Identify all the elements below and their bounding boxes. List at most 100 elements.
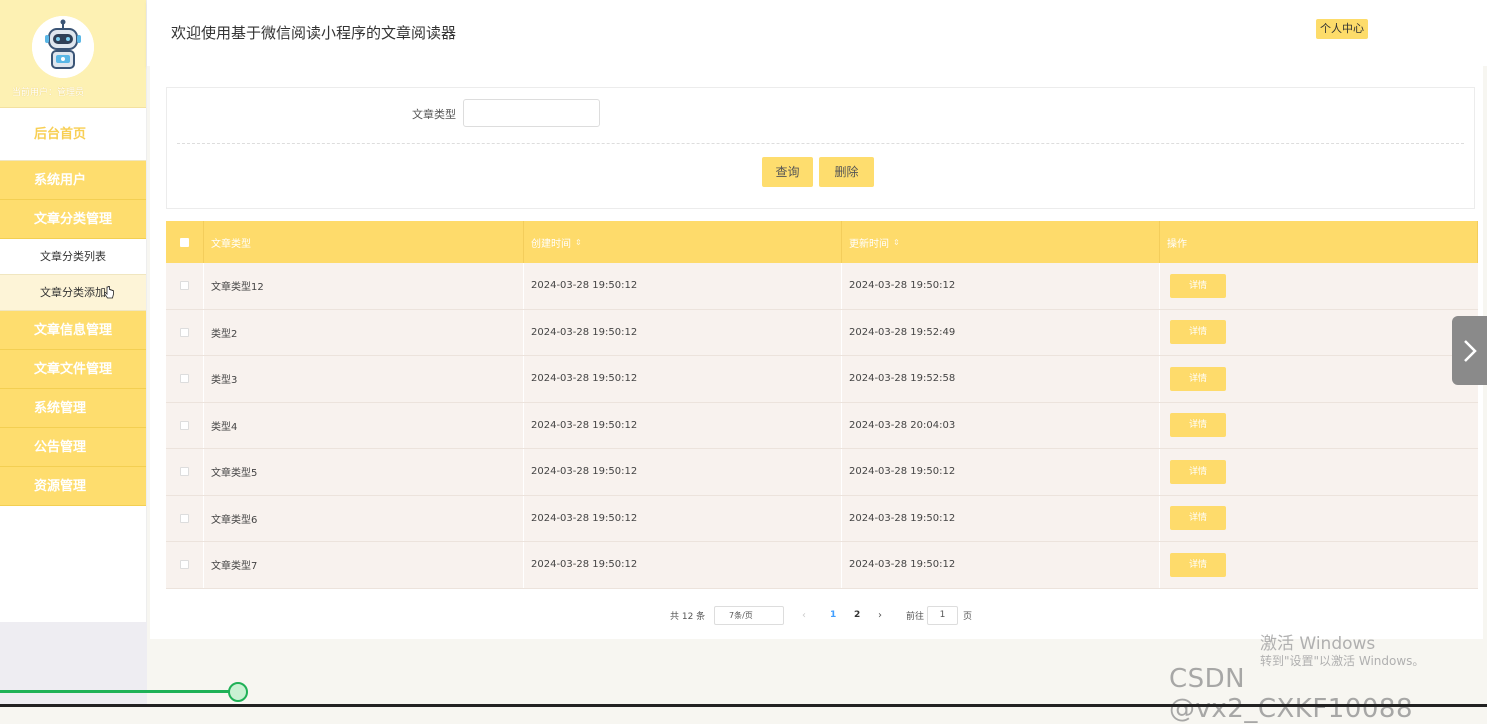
cell-created-time: 2024-03-28 19:50:12 (524, 402, 842, 448)
cell-article-type: 文章类型6 (204, 495, 524, 541)
row-select-cell (166, 402, 204, 448)
cell-created-time: 2024-03-28 19:50:12 (524, 309, 842, 355)
cell-updated-time: 2024-03-28 19:52:58 (842, 356, 1160, 402)
search-label: 文章类型 (412, 108, 456, 121)
row-checkbox[interactable] (180, 281, 189, 291)
header-article-type: 文章类型 (204, 221, 524, 263)
sidebar-footer (0, 622, 147, 707)
goto-label: 前往 (906, 611, 925, 622)
cell-created-time: 2024-03-28 19:50:12 (524, 449, 842, 495)
detail-button[interactable]: 详情 (1170, 273, 1226, 298)
detail-button[interactable]: 详情 (1170, 413, 1226, 438)
detail-button[interactable]: 详情 (1170, 366, 1226, 391)
column-header-label: 文章类型 (211, 238, 251, 250)
row-select-cell (166, 356, 204, 402)
sidebar-item-article-info[interactable]: 文章信息管理 (0, 311, 146, 350)
row-select-cell (166, 542, 204, 588)
sidebar-item-home[interactable]: 后台首页 (0, 108, 146, 161)
goto-page-input[interactable]: 1 (927, 605, 958, 625)
sidebar: 当前用户：管理员 后台首页 系统用户 文章分类管理 文章分类列表 文章分类添加 … (0, 0, 147, 622)
table-row: 文章类型5 2024-03-28 19:50:12 2024-03-28 19:50… (166, 449, 1478, 496)
table-row: 文章类型12 2024-03-28 19:50:12 2024-03-28 19:5… (166, 263, 1478, 310)
row-checkbox[interactable] (180, 420, 189, 430)
sidebar-item-resources[interactable]: 资源管理 (0, 467, 146, 506)
table-body: 文章类型12 2024-03-28 19:50:12 2024-03-28 19:5… (166, 263, 1478, 589)
table-row: 文章类型7 2024-03-28 19:50:12 2024-03-28 19:50… (166, 542, 1478, 589)
main-content: 文章类型 查询 删除 文章类型 创建时间 ⇕ 更新时间 ⇕ 操作 文章类型12 202… (147, 66, 1487, 707)
header-updated-time[interactable]: 更新时间 ⇕ (842, 221, 1160, 263)
cell-article-type: 类型2 (204, 309, 524, 355)
sidebar-item-announcements[interactable]: 公告管理 (0, 428, 146, 467)
video-progress-fill (0, 690, 238, 693)
table-row: 文章类型6 2024-03-28 19:50:12 2024-03-28 19:50… (166, 495, 1478, 542)
sidebar-item-category-management[interactable]: 文章分类管理 (0, 200, 146, 239)
detail-button[interactable]: 详情 (1170, 320, 1226, 345)
sidebar-subitem-category-add[interactable]: 文章分类添加 (0, 275, 146, 311)
cell-actions: 详情 (1160, 496, 1478, 542)
table-header: 文章类型 创建时间 ⇕ 更新时间 ⇕ 操作 (166, 221, 1478, 263)
row-select-cell (166, 449, 204, 495)
cell-updated-time: 2024-03-28 19:50:12 (842, 263, 1160, 309)
divider (177, 143, 1464, 144)
prev-page-icon[interactable]: ‹ (802, 610, 830, 621)
row-select-cell (166, 495, 204, 541)
profile-panel: 当前用户：管理员 (0, 0, 146, 108)
cell-actions: 详情 (1160, 263, 1478, 309)
detail-button[interactable]: 详情 (1170, 552, 1226, 577)
goto-unit: 页 (963, 611, 973, 622)
sort-icon[interactable]: ⇕ (893, 238, 900, 247)
select-all-checkbox[interactable] (180, 237, 189, 247)
query-button[interactable]: 查询 (762, 157, 813, 187)
hand-cursor-icon (104, 286, 114, 299)
column-header-label: 更新时间 (849, 238, 889, 250)
page-number[interactable]: 2 (854, 610, 878, 620)
pagination: 共 12 条 7条/页 ‹ 1 2 › 前往 1 页 (670, 605, 975, 625)
csdn-watermark: CSDN @vx2_CXKF10088 (1169, 664, 1413, 724)
article-type-input[interactable] (463, 99, 600, 127)
sidebar-item-article-files[interactable]: 文章文件管理 (0, 350, 146, 389)
cell-updated-time: 2024-03-28 19:50:12 (842, 542, 1160, 588)
sidebar-subitem-category-list[interactable]: 文章分类列表 (0, 239, 146, 275)
chevron-right-icon[interactable] (1452, 316, 1487, 385)
next-page-icon[interactable]: › (878, 610, 906, 621)
current-user-label: 当前用户：管理员 (12, 88, 85, 98)
header-select-cell (166, 221, 204, 263)
cell-updated-time: 2024-03-28 19:52:49 (842, 309, 1160, 355)
cell-article-type: 文章类型5 (204, 449, 524, 495)
row-checkbox[interactable] (180, 374, 189, 384)
cell-updated-time: 2024-03-28 19:50:12 (842, 495, 1160, 541)
cell-article-type: 文章类型7 (204, 542, 524, 588)
cell-article-type: 类型4 (204, 402, 524, 448)
sidebar-item-system-management[interactable]: 系统管理 (0, 389, 146, 428)
sidebar-subitem-category-add-label: 文章分类添加 (40, 286, 106, 299)
table-row: 类型3 2024-03-28 19:50:12 2024-03-28 19:52:5… (166, 356, 1478, 403)
header-created-time[interactable]: 创建时间 ⇕ (524, 221, 842, 263)
column-header-label: 操作 (1167, 238, 1187, 250)
cell-actions: 详情 (1160, 403, 1478, 449)
row-checkbox[interactable] (180, 327, 189, 337)
detail-button[interactable]: 详情 (1170, 459, 1226, 484)
robot-avatar-icon (32, 16, 94, 78)
cell-created-time: 2024-03-28 19:50:12 (524, 542, 842, 588)
search-panel: 文章类型 查询 删除 (166, 87, 1475, 209)
personal-center-button[interactable]: 个人中心 (1316, 19, 1368, 39)
row-checkbox[interactable] (180, 467, 189, 477)
sidebar-item-system-users[interactable]: 系统用户 (0, 161, 146, 200)
cell-article-type: 文章类型12 (204, 263, 524, 309)
top-bar: 欢迎使用基于微信阅读小程序的文章阅读器 个人中心 (147, 0, 1487, 66)
delete-button[interactable]: 删除 (819, 157, 874, 187)
page-number[interactable]: 1 (830, 610, 854, 620)
cell-actions: 详情 (1160, 449, 1478, 495)
page-size-select[interactable]: 7条/页 (714, 605, 784, 625)
page-title: 欢迎使用基于微信阅读小程序的文章阅读器 (171, 24, 457, 42)
table-row: 类型4 2024-03-28 19:50:12 2024-03-28 20:04:0… (166, 402, 1478, 449)
row-checkbox[interactable] (180, 560, 189, 570)
detail-button[interactable]: 详情 (1170, 506, 1226, 531)
header-actions: 操作 (1160, 221, 1478, 263)
row-checkbox[interactable] (180, 513, 189, 523)
video-progress-knob[interactable] (228, 682, 248, 702)
row-select-cell (166, 309, 204, 355)
sort-icon[interactable]: ⇕ (575, 238, 582, 247)
column-header-label: 创建时间 (531, 238, 571, 250)
activate-windows-title: 激活 Windows (1260, 634, 1376, 654)
